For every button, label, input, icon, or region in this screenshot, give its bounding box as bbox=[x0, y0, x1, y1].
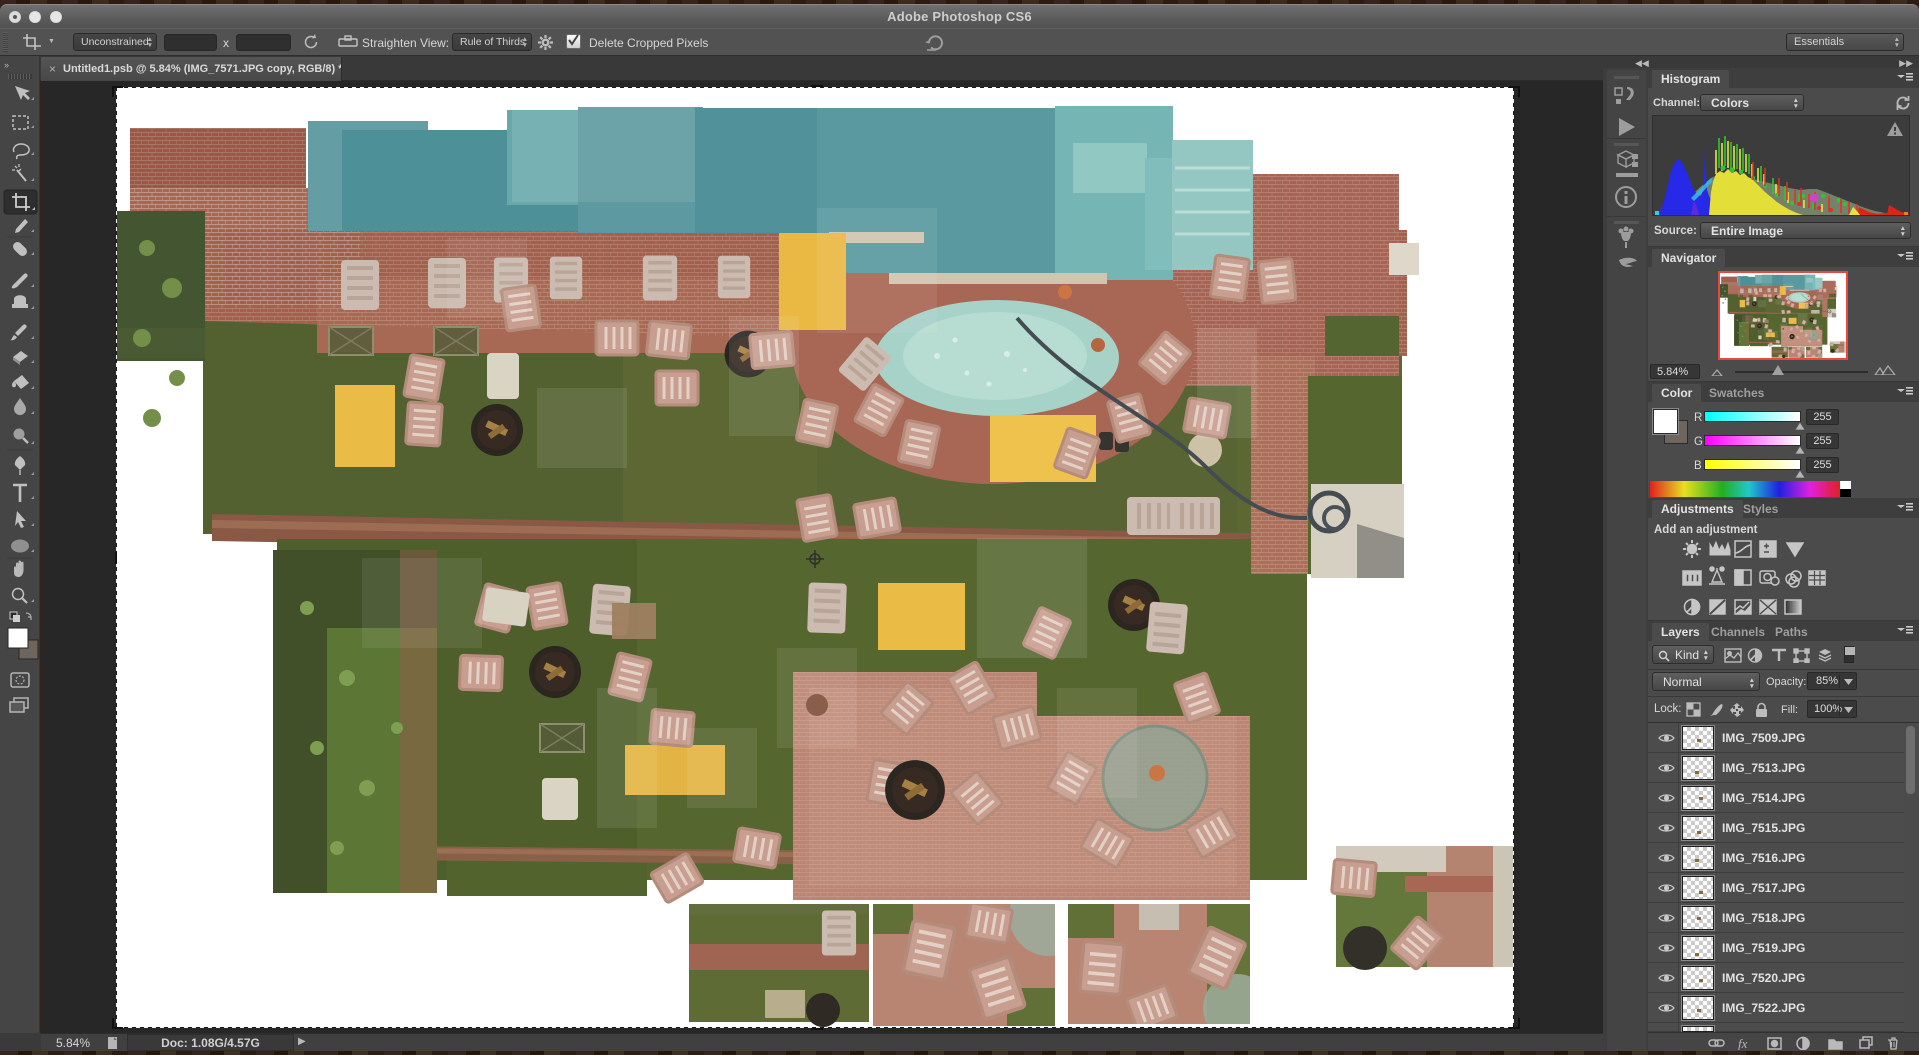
svg-text:fx: fx bbox=[1738, 1036, 1748, 1050]
